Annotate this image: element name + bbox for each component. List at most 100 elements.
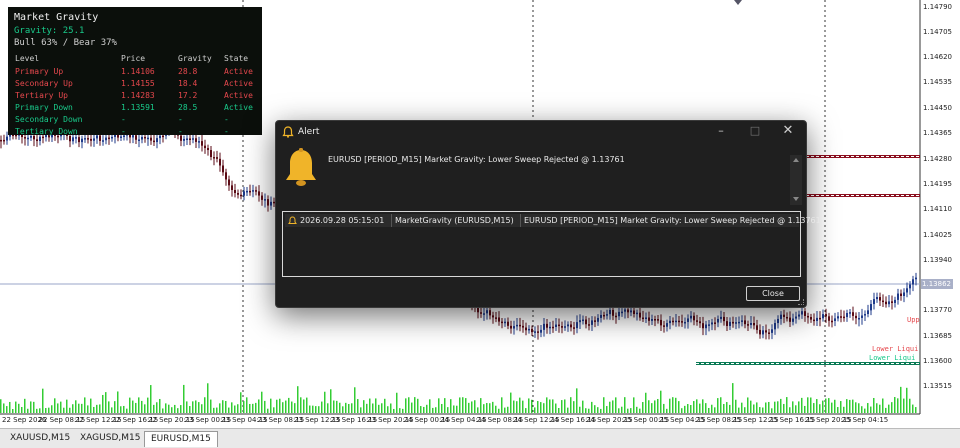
chart-tab[interactable]: XAUUSD,M15 [4,431,76,447]
panel-cell-state: Active [224,103,253,112]
volume-bar [396,392,398,413]
candle-body [531,328,533,333]
candle-body [861,315,863,318]
panel-cell-gravity: 28.5 [178,103,198,112]
volume-bar [285,400,287,413]
candle-body [642,317,644,320]
volume-bar [825,398,827,413]
volume-bar [141,400,143,413]
volume-bar [804,405,806,413]
candle-body [183,138,185,141]
candle-body [618,311,620,317]
volume-bar [594,405,596,413]
candle-body [588,324,590,326]
volume-bar [117,391,119,413]
message-scrollbar[interactable] [790,155,802,205]
panel-cell-level: Primary Down [15,103,73,112]
volume-bar [783,403,785,413]
candle-body [141,136,143,140]
volume-bar [366,403,368,413]
volume-bar [753,404,755,413]
panel-cell-level: Tertiary Down [15,127,78,136]
candle-body [753,323,755,326]
candle-body [696,320,698,322]
panel-cell-level: Secondary Down [15,115,83,124]
upper-label: Upp [907,316,920,324]
volume-bar [906,387,908,413]
candle-body [801,311,803,315]
chart-tabs-bar: XAUUSD,M15 XAGUSD,M15 EURUSD,M15 [0,428,960,448]
volume-bar [225,400,227,413]
volume-bar [681,408,683,413]
candle-body [684,321,686,324]
volume-bar [78,403,80,413]
candle-body [480,312,482,314]
candle-body [249,190,251,193]
volume-bar [780,398,782,413]
candle-body [228,179,230,186]
candle-body [621,311,623,314]
volume-bar [24,398,26,413]
volume-bar [288,397,290,413]
panel-cell-level: Primary Up [15,67,64,76]
volume-bar [501,397,503,413]
alert-list[interactable]: 2026.09.28 05:15:01 MarketGravity (EURUS… [282,211,821,277]
candle-body [702,323,704,329]
candle-body [795,316,797,319]
close-button[interactable]: Close [746,286,800,301]
scroll-down-icon[interactable] [793,197,799,201]
chart-tab[interactable]: EURUSD,M15 [144,431,218,447]
maximize-button[interactable]: □ [747,124,763,138]
candle-body [615,315,617,318]
volume-bar [738,407,740,413]
chart-tab[interactable]: XAGUSD,M15 [74,431,146,447]
volume-bar [45,408,47,413]
volume-bar [342,406,344,413]
volume-bar [309,405,311,413]
volume-bar [84,397,86,413]
volume-bar [189,406,191,413]
volume-bar [630,408,632,413]
candle-body [765,330,767,333]
volume-bar [498,408,500,413]
candle-body [903,292,905,296]
volume-bar [180,405,182,413]
candle-body [486,310,488,314]
candle-body [225,172,227,180]
candle-body [873,299,875,305]
volume-bar [735,399,737,413]
scroll-up-icon[interactable] [793,158,799,162]
price-tick-label: 1.14535 [923,78,952,86]
close-window-button[interactable]: ✕ [780,124,796,138]
candle-body [39,136,41,142]
candle-body [30,135,32,138]
volume-bar [258,399,260,413]
candle-body [567,324,569,327]
volume-bar [36,408,38,413]
volume-bar [756,402,758,413]
volume-bar [138,397,140,413]
candle-body [72,137,74,142]
volume-bar [693,401,695,413]
volume-bar [633,397,635,413]
candle-body [747,324,749,326]
volume-bar [552,399,554,413]
volume-bar [6,406,8,413]
resize-grip-icon[interactable] [798,299,804,305]
volume-bar [324,391,326,413]
volume-bar [549,399,551,413]
candle-body [87,138,89,140]
volume-bar [12,408,14,413]
minimize-button[interactable]: – [713,124,729,138]
volume-bar [579,406,581,413]
volume-bar [486,402,488,413]
volume-bar [102,394,104,413]
candle-body [669,320,671,324]
candle-body [885,301,887,305]
alert-time: 2026.09.28 05:15:01 [300,216,385,225]
volume-bar [714,407,716,413]
volume-bar [786,397,788,413]
candle-body [504,321,506,324]
alert-list-row[interactable]: 2026.09.28 05:15:01 MarketGravity (EURUS… [285,214,821,227]
volume-bar [81,403,83,413]
